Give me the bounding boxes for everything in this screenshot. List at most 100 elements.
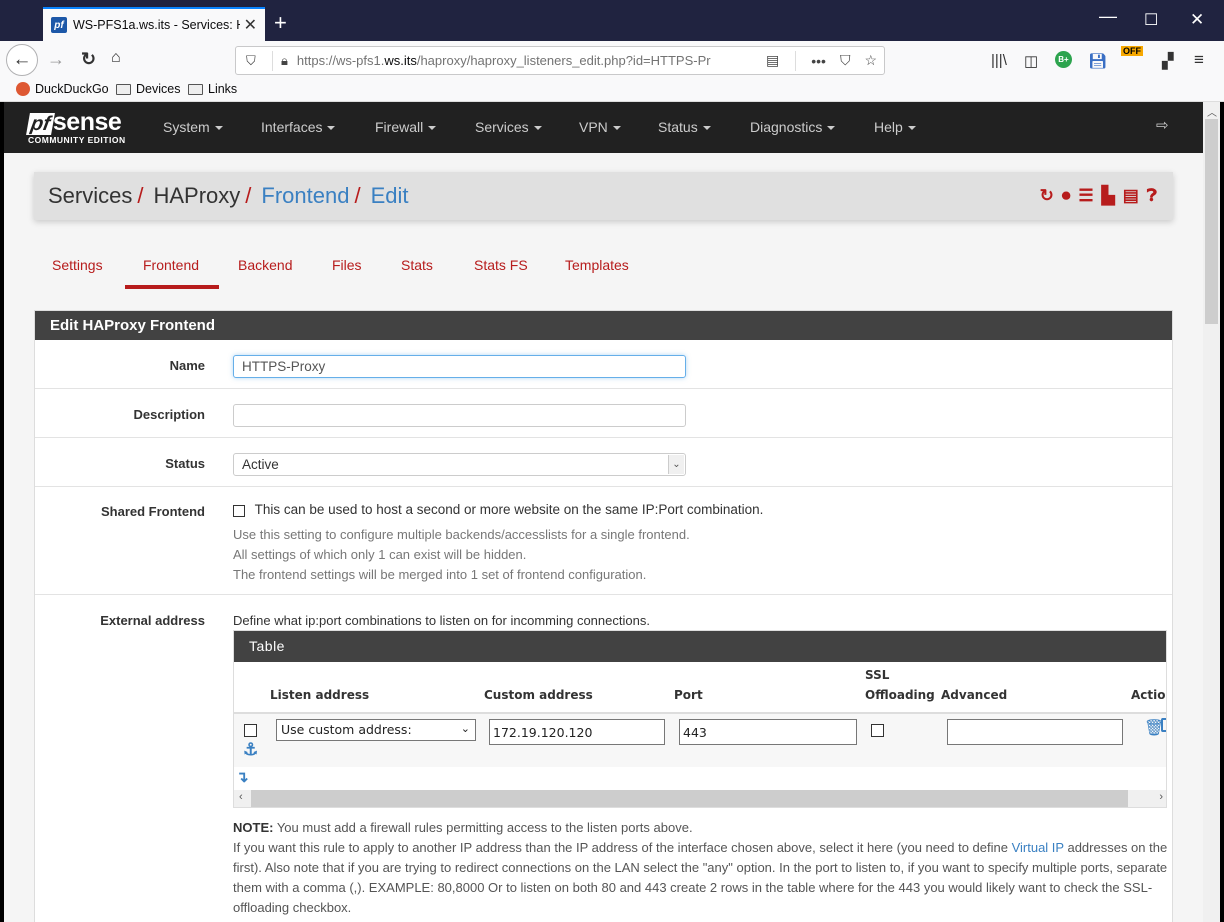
listen-address-select[interactable]: Use custom address: ⌄ [276,719,476,741]
scroll-up-icon[interactable]: ︿ [1207,104,1217,119]
extension-off-badge[interactable]: OFF [1121,46,1143,56]
library-icon[interactable]: |||\ [991,52,1007,69]
tab-settings[interactable]: Settings [52,257,103,273]
external-address-note: NOTE: You must add a firewall rules perm… [233,818,1173,918]
name-input[interactable] [233,355,686,378]
reader-view-icon[interactable]: ▤ [766,52,779,69]
row-select-checkbox[interactable] [244,724,257,737]
bookmark-links[interactable]: Links [188,82,237,96]
advanced-input[interactable] [947,719,1123,745]
tab-stats[interactable]: Stats [401,257,433,273]
shared-frontend-checkbox-label: This can be used to host a second or mor… [254,502,764,517]
copy-icon[interactable] [1161,718,1166,732]
tab-templates[interactable]: Templates [565,257,629,273]
note-label: NOTE: [233,820,274,835]
description-input[interactable] [233,404,686,427]
menu-vpn[interactable]: VPN [579,119,621,135]
shared-frontend-checkbox[interactable] [233,504,245,517]
new-tab-button[interactable]: + [274,10,287,36]
url-path: /haproxy/haproxy_listeners_edit.php?id=H… [416,53,711,68]
menu-interfaces[interactable]: Interfaces [261,119,336,135]
browser-tab-active[interactable]: pf WS-PFS1a.ws.its - Services: HAProxy ✕ [43,7,265,41]
url-text[interactable]: https://ws-pfs1.ws.its/haproxy/haproxy_l… [297,53,758,68]
window-minimize-button[interactable]: — [1099,6,1117,27]
menu-label: Interfaces [261,119,323,135]
tab-stats-fs[interactable]: Stats FS [474,257,528,273]
url-prefix: https://ws-pfs1. [296,53,385,68]
bookmarks-bar: DuckDuckGo Devices Links [0,79,1224,102]
menu-help[interactable]: Help [874,119,916,135]
pocket-icon[interactable]: ⛉ [840,52,851,69]
caret-down-icon [827,126,836,131]
bookmark-label: Devices [136,82,181,96]
tab-files[interactable]: Files [332,257,362,273]
url-separator-2 [795,50,797,71]
chevron-down-icon: ⌄ [460,722,470,735]
col-advanced: Advanced [941,688,1008,702]
panel-title: Edit HAProxy Frontend [35,311,1172,340]
pfsense-logo[interactable]: pfsense COMMUNITY EDITION [26,108,126,145]
tab-close-icon[interactable]: ✕ [244,15,257,35]
table-horizontal-scrollbar[interactable]: ‹ › [234,790,1166,807]
breadcrumb-frontend-link[interactable]: Frontend [261,183,349,209]
window-close-button[interactable]: ✕ [1190,10,1204,30]
bookmark-devices[interactable]: Devices [116,82,180,96]
logo-sense: sense [52,108,122,136]
help-icon[interactable]: ❓︎ [1147,186,1157,206]
scroll-right-icon[interactable]: › [1159,791,1163,803]
scrollbar-thumb[interactable] [1205,119,1218,324]
home-button[interactable]: ⌂ [111,49,121,67]
restart-icon[interactable]: ↻ [1040,186,1054,206]
tab-frontend[interactable]: Frontend [143,257,199,273]
bar-chart-icon[interactable]: ▙ [1102,186,1115,206]
breadcrumb-services: Services [48,183,133,208]
page-actions-icon[interactable]: ••• [811,53,826,69]
menu-system[interactable]: System [163,119,223,135]
bookmark-star-icon[interactable]: ☆ [864,52,877,69]
shared-frontend-option: This can be used to host a second or mor… [233,502,763,517]
url-bar[interactable]: ⛉ 🔒︎ https://ws-pfs1.ws.its/haproxy/hapr… [235,46,885,75]
page-vertical-scrollbar[interactable]: ︿ [1203,102,1220,922]
pfsense-navbar: pfsense COMMUNITY EDITION System Interfa… [4,102,1203,153]
virtual-ip-link[interactable]: Virtual IP [1012,840,1064,855]
active-tab-indicator [125,285,219,289]
save-extension-icon[interactable]: 💾︎ [1088,52,1107,70]
bookmark-duckduckgo[interactable]: DuckDuckGo [16,82,109,96]
port-input[interactable] [679,719,857,745]
stop-icon[interactable]: ⏺ [1062,186,1071,206]
window-maximize-button[interactable]: ☐ [1144,10,1158,30]
menu-status[interactable]: Status [658,119,711,135]
settings-sliders-icon[interactable]: ☰ [1078,186,1093,206]
anchor-icon[interactable]: ⚓︎ [243,740,258,760]
col-action: Action [1131,688,1166,702]
menu-services[interactable]: Services [475,119,542,135]
custom-address-input[interactable] [489,719,665,745]
move-down-arrow-icon[interactable]: ↴ [236,768,249,786]
logo-pf: pf [26,113,55,135]
scroll-left-icon[interactable]: ‹ [239,791,243,803]
ssl-offloading-checkbox[interactable] [871,724,884,737]
forward-button[interactable]: → [47,49,65,70]
log-list-icon[interactable]: ▤ [1123,186,1139,206]
extensions-gift-icon[interactable]: ▞ [1162,52,1174,70]
tab-title: WS-PFS1a.ws.its - Services: HAProxy [73,18,240,32]
lock-icon[interactable]: 🔒︎ [281,53,288,69]
window-border [1220,102,1224,922]
menu-diagnostics[interactable]: Diagnostics [750,119,836,135]
menu-label: Help [874,119,903,135]
breadcrumb-edit-link[interactable]: Edit [371,183,409,209]
back-button[interactable]: ← [6,44,38,76]
sidebar-icon[interactable]: ◫ [1024,52,1038,70]
extension-green-icon[interactable]: B+ [1055,51,1072,68]
tab-backend[interactable]: Backend [238,257,292,273]
scrollbar-thumb[interactable] [251,790,1128,807]
menu-firewall[interactable]: Firewall [375,119,437,135]
reload-button[interactable]: ↻ [81,49,96,70]
status-select[interactable]: Active ⌄ [233,453,686,476]
logout-icon[interactable]: ⇨ [1156,116,1169,134]
tracking-shield-icon[interactable]: ⛉ [246,53,264,69]
form-row-name: Name [35,340,1172,389]
hamburger-menu-icon[interactable]: ≡ [1194,50,1204,70]
url-separator [272,50,273,71]
logo-edition: COMMUNITY EDITION [28,135,126,145]
